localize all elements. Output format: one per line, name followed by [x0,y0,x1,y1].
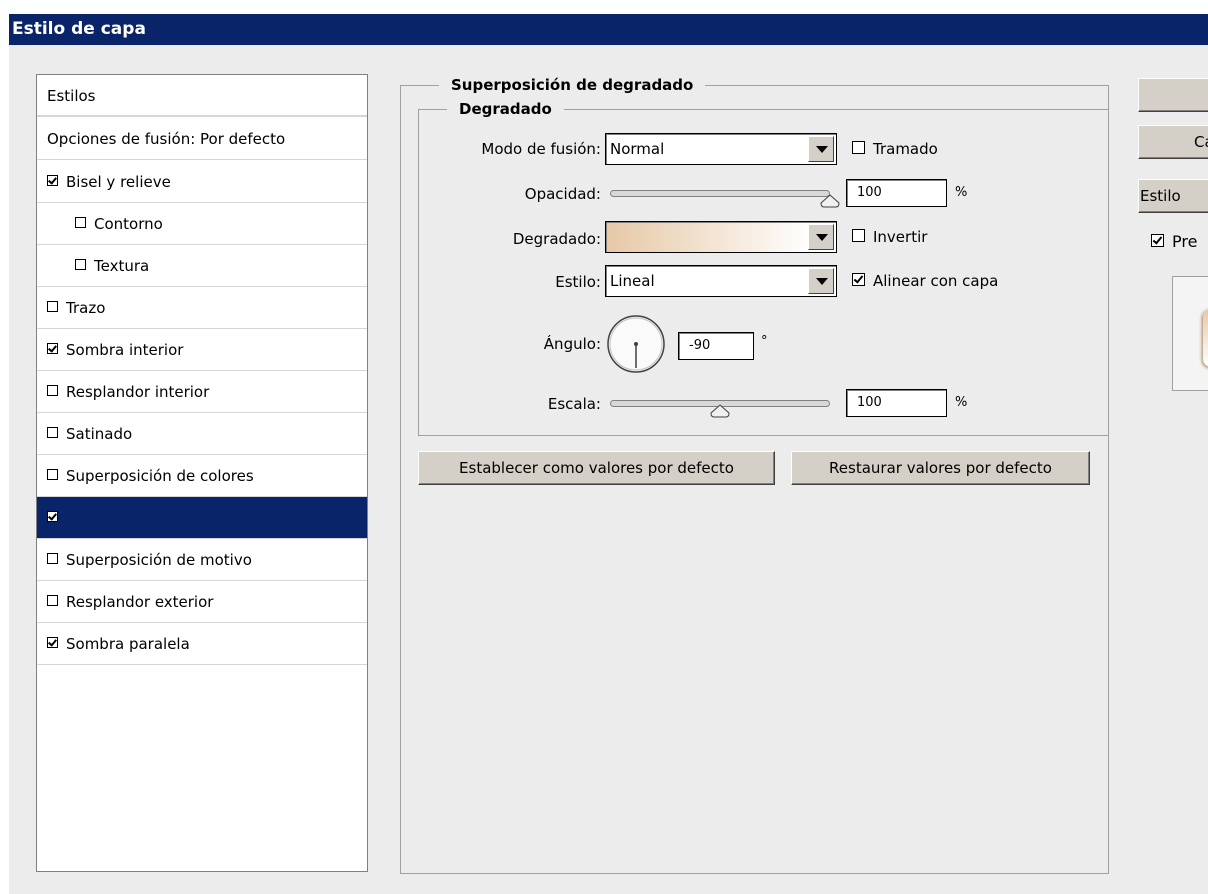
opacity-slider[interactable] [610,190,830,197]
style-label: Estilo: [555,273,601,291]
angle-dial[interactable] [606,314,666,374]
scale-input[interactable]: 100 [846,389,947,417]
sidebar-item-label: Sombra paralela [66,635,190,653]
sidebar-item-label: Resplandor interior [66,383,210,401]
blending-options-item[interactable]: Opciones de fusión: Por defecto [37,118,367,160]
reverse-label: Invertir [873,228,928,246]
opacity-input[interactable]: 100 [846,179,947,207]
reset-default-button[interactable]: Restaurar valores por defecto [791,451,1090,485]
preview-thumbnail [1172,276,1208,391]
dither-option[interactable]: Tramado [852,140,938,158]
align-checkbox[interactable] [852,273,865,286]
sidebar-item-checkbox[interactable] [47,469,58,480]
chevron-down-icon[interactable] [808,136,834,162]
scale-slider-thumb[interactable] [710,404,730,418]
styles-list: Estilos Opciones de fusión: Por defecto … [36,74,368,872]
opacity-percent: % [955,185,968,200]
sidebar-item[interactable]: Resplandor exterior [37,581,367,623]
preview-option[interactable]: Pre [1151,232,1197,251]
sidebar-item-label: Superposición de motivo [66,551,252,569]
sidebar-item-checkbox[interactable] [47,175,58,186]
sidebar-item-label: Resplandor exterior [66,593,214,611]
reverse-option[interactable]: Invertir [852,228,927,246]
sidebar-item-label: Contorno [94,215,163,233]
sidebar-item-label: Superposición de degradado [66,509,282,527]
scale-percent: % [955,395,968,410]
dither-checkbox[interactable] [852,141,865,154]
gradient-picker[interactable] [605,221,837,253]
opacity-slider-thumb[interactable] [820,194,840,208]
sidebar-item[interactable]: Satinado [37,413,367,455]
layer-style-dialog: Estilo de capa Estilos Opciones de fusió… [9,14,1208,894]
style-value: Lineal [610,272,655,290]
sidebar-item-label: Bisel y relieve [66,173,171,191]
sidebar-item-checkbox[interactable] [47,637,58,648]
sidebar-item[interactable]: Bisel y relieve [37,161,367,203]
sidebar-item[interactable]: Superposición de colores [37,455,367,497]
sidebar-item-checkbox[interactable] [75,217,86,228]
blend-mode-value: Normal [610,140,665,158]
sidebar-item[interactable]: Contorno [37,203,367,245]
preview-label: Pre [1172,232,1198,251]
scale-label: Escala: [547,395,601,413]
reverse-checkbox[interactable] [852,229,865,242]
gradient-group-title: Degradado [447,100,564,118]
angle-label: Ángulo: [543,335,601,353]
make-default-button[interactable]: Establecer como valores por defecto [418,451,775,485]
sidebar-item-checkbox[interactable] [47,385,58,396]
styles-header[interactable]: Estilos [37,75,367,117]
sidebar-item[interactable]: Sombra interior [37,329,367,371]
gradient-label: Degradado: [512,230,601,248]
blend-mode-select[interactable]: Normal [605,133,837,165]
sidebar-item-checkbox[interactable] [47,343,58,354]
sidebar-item[interactable]: Superposición de degradado [37,497,367,539]
angle-input[interactable]: -90 [678,332,754,360]
opacity-label: Opacidad: [524,185,601,203]
sidebar-item[interactable]: Superposición de motivo [37,539,367,581]
align-option[interactable]: Alinear con capa [852,272,998,290]
sidebar-item-label: Satinado [66,425,133,443]
sidebar-item-checkbox[interactable] [47,301,58,312]
angle-degree: ° [761,334,768,349]
ok-button[interactable] [1138,78,1208,112]
sidebar-item[interactable]: Resplandor interior [37,371,367,413]
cancel-button[interactable]: Ca [1138,125,1208,159]
panel-title: Superposición de degradado [439,76,706,94]
sidebar-item-checkbox[interactable] [75,259,86,270]
new-style-button[interactable]: Estilo [1138,179,1208,213]
preview-swatch [1203,309,1208,367]
dither-label: Tramado [873,140,938,158]
align-label: Alinear con capa [873,272,999,290]
preview-checkbox[interactable] [1151,234,1164,247]
window-title: Estilo de capa [9,14,1208,45]
style-select[interactable]: Lineal [605,265,837,297]
sidebar-item-checkbox[interactable] [47,595,58,606]
blend-mode-label: Modo de fusión: [481,140,601,158]
sidebar-item-label: Sombra interior [66,341,184,359]
sidebar-item-label: Trazo [66,299,106,317]
sidebar-item-checkbox[interactable] [47,511,58,522]
sidebar-item[interactable]: Sombra paralela [37,623,367,665]
chevron-down-icon[interactable] [808,224,834,250]
sidebar-item-label: Superposición de colores [66,467,254,485]
sidebar-item[interactable]: Textura [37,245,367,287]
sidebar-item-checkbox[interactable] [47,427,58,438]
sidebar-item[interactable]: Trazo [37,287,367,329]
chevron-down-icon[interactable] [808,268,834,294]
sidebar-item-checkbox[interactable] [47,553,58,564]
sidebar-item-label: Textura [94,257,150,275]
